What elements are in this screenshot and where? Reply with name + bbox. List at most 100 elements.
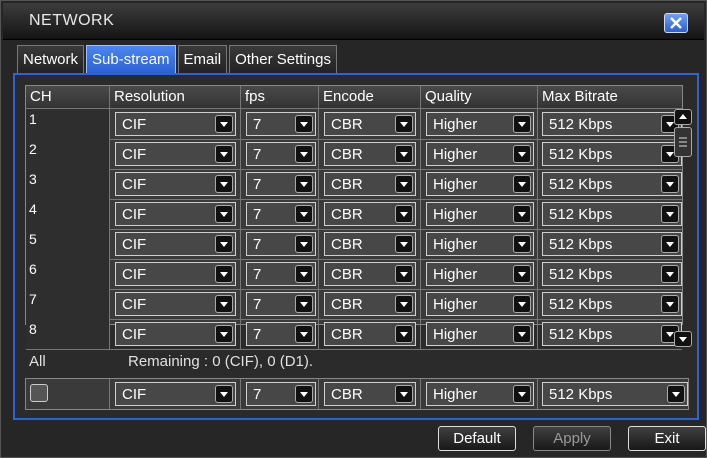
title-bar: NETWORK [3, 3, 704, 40]
tab-network[interactable]: Network [17, 45, 85, 73]
encode-dropdown[interactable]: CBR [324, 142, 416, 166]
chevron-down-icon [513, 265, 531, 283]
all-encode-dropdown[interactable]: CBR [324, 382, 416, 406]
scroll-up-button[interactable] [674, 109, 692, 125]
all-resolution-dropdown[interactable]: CIF [115, 382, 236, 406]
quality-value: Higher [433, 236, 478, 253]
table-row: 8 CIF 7 CBR Higher 512 Kbps [26, 319, 682, 350]
quality-cell: Higher [421, 229, 538, 259]
quality-dropdown[interactable]: Higher [426, 322, 534, 346]
header-ch: CH [26, 86, 110, 108]
chevron-down-icon [215, 385, 233, 403]
chevron-down-icon [395, 295, 413, 313]
fps-dropdown[interactable]: 7 [246, 292, 316, 316]
resolution-dropdown[interactable]: CIF [115, 202, 236, 226]
fps-value: 7 [253, 146, 262, 163]
chevron-down-icon [513, 325, 531, 343]
all-fps-dropdown[interactable]: 7 [246, 382, 316, 406]
bitrate-dropdown[interactable]: 512 Kbps [542, 172, 682, 196]
chevron-down-icon [513, 205, 531, 223]
bitrate-dropdown[interactable]: 512 Kbps [542, 292, 682, 316]
bitrate-value: 512 Kbps [549, 206, 613, 223]
bitrate-dropdown[interactable]: 512 Kbps [542, 202, 682, 226]
chevron-down-icon [395, 115, 413, 133]
chevron-down-icon [395, 235, 413, 253]
quality-dropdown[interactable]: Higher [426, 292, 534, 316]
resolution-dropdown[interactable]: CIF [115, 262, 236, 286]
bitrate-value: 512 Kbps [549, 236, 613, 253]
resolution-dropdown[interactable]: CIF [115, 292, 236, 316]
channel-number: 3 [26, 169, 110, 199]
fps-dropdown[interactable]: 7 [246, 322, 316, 346]
bitrate-dropdown[interactable]: 512 Kbps [542, 112, 682, 136]
tab-other-settings[interactable]: Other Settings [229, 45, 337, 73]
encode-dropdown[interactable]: CBR [324, 262, 416, 286]
encode-dropdown[interactable]: CBR [324, 232, 416, 256]
close-icon [670, 17, 682, 29]
all-quality-cell: Higher [421, 379, 538, 409]
table-scrollbar[interactable] [674, 109, 694, 347]
encode-dropdown[interactable]: CBR [324, 172, 416, 196]
stream-table: CH Resolution fps Encode Quality Max Bit… [25, 85, 683, 350]
exit-button[interactable]: Exit [628, 426, 706, 451]
quality-value: Higher [433, 116, 478, 133]
encode-dropdown[interactable]: CBR [324, 112, 416, 136]
bitrate-cell: 512 Kbps [538, 319, 682, 349]
all-bitrate-dropdown[interactable]: 512 Kbps [542, 382, 688, 406]
bitrate-cell: 512 Kbps [538, 199, 682, 229]
encode-cell: CBR [319, 319, 421, 349]
scroll-down-button[interactable] [674, 331, 692, 347]
scroll-thumb[interactable] [674, 127, 692, 157]
resolution-dropdown[interactable]: CIF [115, 112, 236, 136]
all-bitrate-value: 512 Kbps [549, 386, 613, 403]
fps-dropdown[interactable]: 7 [246, 232, 316, 256]
chevron-down-icon [215, 205, 233, 223]
fps-dropdown[interactable]: 7 [246, 112, 316, 136]
bitrate-cell: 512 Kbps [538, 109, 682, 139]
resolution-cell: CIF [110, 199, 241, 229]
quality-dropdown[interactable]: Higher [426, 202, 534, 226]
default-button[interactable]: Default [438, 426, 516, 451]
quality-dropdown[interactable]: Higher [426, 112, 534, 136]
fps-dropdown[interactable]: 7 [246, 142, 316, 166]
quality-dropdown[interactable]: Higher [426, 232, 534, 256]
bitrate-dropdown[interactable]: 512 Kbps [542, 232, 682, 256]
chevron-down-icon [215, 295, 233, 313]
close-button[interactable] [664, 13, 688, 33]
fps-dropdown[interactable]: 7 [246, 262, 316, 286]
quality-dropdown[interactable]: Higher [426, 262, 534, 286]
resolution-dropdown[interactable]: CIF [115, 172, 236, 196]
all-fps-value: 7 [253, 386, 262, 403]
encode-cell: CBR [319, 229, 421, 259]
encode-dropdown[interactable]: CBR [324, 292, 416, 316]
encode-dropdown[interactable]: CBR [324, 202, 416, 226]
quality-cell: Higher [421, 259, 538, 289]
bitrate-value: 512 Kbps [549, 296, 613, 313]
resolution-value: CIF [122, 116, 147, 133]
bitrate-dropdown[interactable]: 512 Kbps [542, 322, 682, 346]
tab-sub-stream[interactable]: Sub-stream [86, 45, 176, 73]
fps-value: 7 [253, 326, 262, 343]
resolution-dropdown[interactable]: CIF [115, 232, 236, 256]
chevron-down-icon [295, 325, 313, 343]
quality-dropdown[interactable]: Higher [426, 172, 534, 196]
encode-dropdown[interactable]: CBR [324, 322, 416, 346]
resolution-cell: CIF [110, 289, 241, 319]
all-checkbox[interactable] [30, 384, 48, 402]
encode-cell: CBR [319, 109, 421, 139]
all-resolution-value: CIF [122, 386, 147, 403]
all-quality-dropdown[interactable]: Higher [426, 382, 534, 406]
bitrate-dropdown[interactable]: 512 Kbps [542, 262, 682, 286]
apply-button[interactable]: Apply [533, 426, 611, 451]
fps-dropdown[interactable]: 7 [246, 202, 316, 226]
bitrate-dropdown[interactable]: 512 Kbps [542, 142, 682, 166]
tab-email[interactable]: Email [177, 45, 228, 73]
resolution-dropdown[interactable]: CIF [115, 322, 236, 346]
header-max-bitrate: Max Bitrate [542, 88, 618, 105]
encode-cell: CBR [319, 289, 421, 319]
resolution-dropdown[interactable]: CIF [115, 142, 236, 166]
quality-dropdown[interactable]: Higher [426, 142, 534, 166]
channel-number: 6 [26, 259, 110, 289]
resolution-cell: CIF [110, 319, 241, 349]
fps-dropdown[interactable]: 7 [246, 172, 316, 196]
